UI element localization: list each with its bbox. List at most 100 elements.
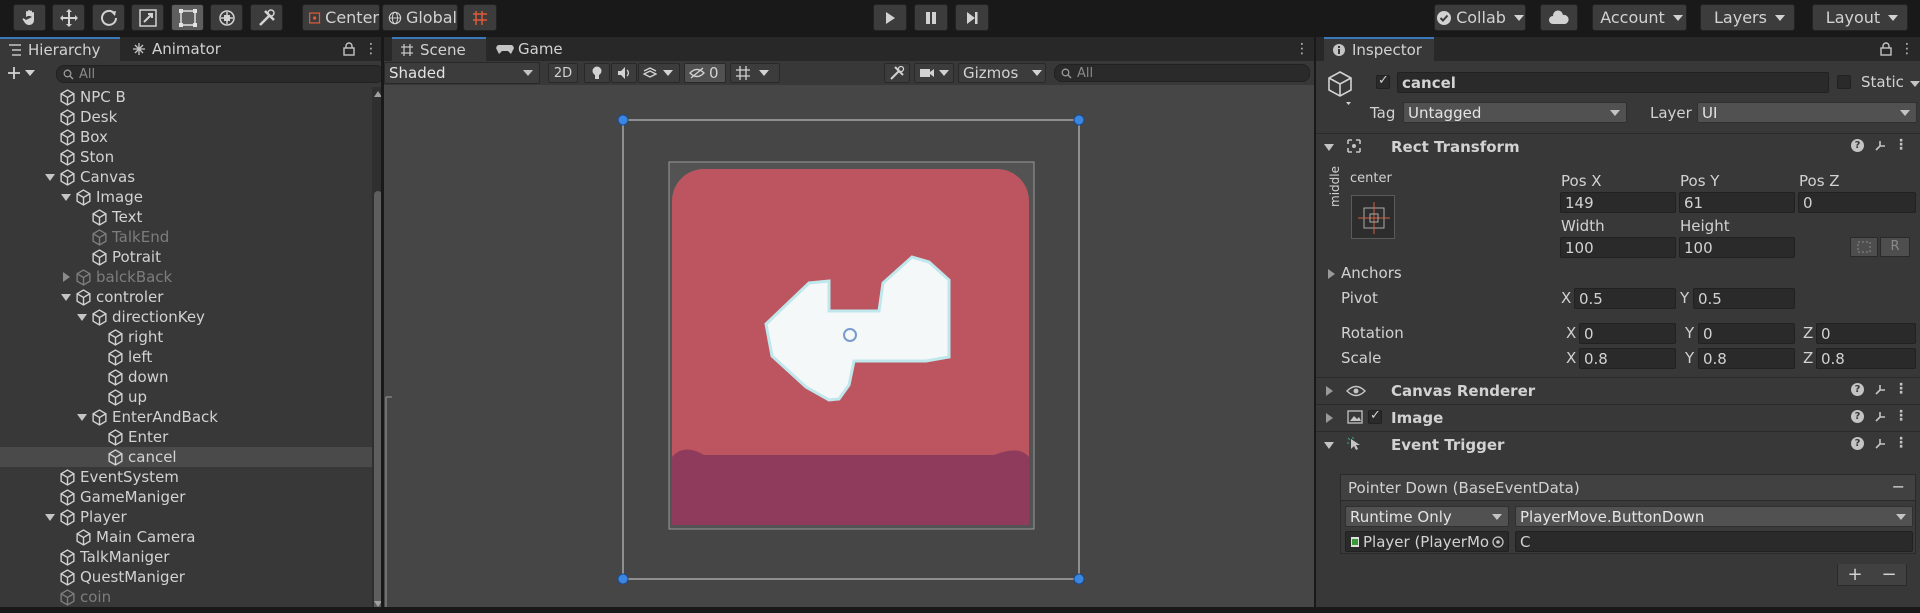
layers-dropdown[interactable]: Layers	[1700, 4, 1795, 31]
hierarchy-item[interactable]: Box	[0, 127, 372, 147]
image-fold-icon[interactable]	[1326, 413, 1333, 423]
hierarchy-item[interactable]: TalkEnd	[0, 227, 372, 247]
grid-dropdown[interactable]	[730, 63, 780, 83]
scale-x-field[interactable]: 0.8	[1579, 348, 1676, 369]
expand-arrow-icon[interactable]	[77, 412, 87, 422]
cloud-button[interactable]	[1540, 4, 1578, 31]
layout-dropdown[interactable]: Layout	[1812, 4, 1908, 31]
runtime-dropdown[interactable]: Runtime Only	[1345, 506, 1509, 527]
component-menu-icon[interactable]: ⋮	[1894, 381, 1908, 397]
raw-edit-button[interactable]: R	[1880, 237, 1910, 257]
cancel-sprite[interactable]	[668, 161, 1035, 530]
scene-tools-button[interactable]	[884, 63, 910, 83]
gizmos-dropdown[interactable]: Gizmos	[958, 63, 1046, 83]
hierarchy-menu-icon[interactable]: ⋮	[364, 41, 378, 57]
effects-dropdown[interactable]	[638, 63, 680, 83]
scene-viewport[interactable]	[384, 85, 1314, 613]
scene-canvas[interactable]	[384, 85, 1314, 613]
transform-tool-button[interactable]	[210, 4, 243, 31]
hierarchy-item[interactable]: TalkManiger	[0, 547, 372, 567]
hierarchy-item[interactable]: controler	[0, 287, 372, 307]
create-dropdown[interactable]	[7, 63, 41, 83]
preset-icon[interactable]	[1874, 383, 1887, 396]
tab-scene[interactable]: Scene	[392, 37, 486, 61]
help-icon[interactable]: ?	[1851, 410, 1864, 423]
object-name-field[interactable]: cancel	[1397, 72, 1829, 93]
expand-arrow-icon[interactable]	[61, 292, 71, 302]
panel-splitter-left[interactable]	[381, 37, 384, 613]
scale-y-field[interactable]: 0.8	[1698, 348, 1795, 369]
rect-tool-button[interactable]	[171, 4, 204, 31]
hierarchy-item[interactable]: directionKey	[0, 307, 372, 327]
gameobject-cube-icon[interactable]	[1326, 70, 1354, 106]
rot-y-field[interactable]: 0	[1698, 323, 1795, 344]
pivot-rotation-button[interactable]: Global	[382, 4, 458, 31]
hierarchy-item[interactable]: Enter	[0, 427, 372, 447]
rect-transform-fold-icon[interactable]	[1324, 144, 1334, 151]
anchor-presets-button[interactable]	[1351, 195, 1395, 239]
tag-dropdown[interactable]: Untagged	[1403, 102, 1627, 123]
draw-mode-dropdown[interactable]: Shaded	[384, 62, 540, 84]
panel-splitter-right[interactable]	[1314, 37, 1316, 613]
collab-button[interactable]: Collab	[1434, 4, 1526, 31]
2d-mode-button[interactable]: 2D	[548, 63, 578, 83]
hierarchy-item[interactable]: Canvas	[0, 167, 372, 187]
hierarchy-item[interactable]: Image	[0, 187, 372, 207]
hierarchy-item[interactable]: Desk	[0, 107, 372, 127]
layer-dropdown[interactable]: UI	[1697, 102, 1917, 123]
pivot-y-field[interactable]: 0.5	[1693, 288, 1795, 309]
event-trigger-header[interactable]: Event Trigger ? ⋮	[1316, 431, 1920, 457]
preset-icon[interactable]	[1874, 139, 1887, 152]
hierarchy-item[interactable]: Main Camera	[0, 527, 372, 547]
posx-field[interactable]: 149	[1560, 192, 1676, 213]
hierarchy-item[interactable]: Player	[0, 507, 372, 527]
hierarchy-item[interactable]: Text	[0, 207, 372, 227]
target-object-field[interactable]: Player (PlayerMo	[1345, 531, 1509, 552]
hierarchy-item[interactable]: EnterAndBack	[0, 407, 372, 427]
preset-icon[interactable]	[1874, 410, 1887, 423]
audio-toggle[interactable]	[611, 63, 637, 83]
height-field[interactable]: 100	[1679, 237, 1795, 258]
hierarchy-item[interactable]: GameManiger	[0, 487, 372, 507]
hierarchy-item[interactable]: coin	[0, 587, 372, 607]
lighting-toggle[interactable]	[584, 63, 610, 83]
component-menu-icon[interactable]: ⋮	[1894, 408, 1908, 424]
preset-icon[interactable]	[1874, 437, 1887, 450]
hierarchy-item[interactable]: left	[0, 347, 372, 367]
help-icon[interactable]: ?	[1851, 139, 1864, 152]
expand-arrow-icon[interactable]	[61, 192, 71, 202]
hierarchy-item[interactable]: EventSystem	[0, 467, 372, 487]
move-tool-button[interactable]	[52, 4, 85, 31]
object-picker-icon[interactable]	[1492, 536, 1504, 548]
hierarchy-item[interactable]: QuestManiger	[0, 567, 372, 587]
hierarchy-item[interactable]: right	[0, 327, 372, 347]
account-dropdown[interactable]: Account	[1592, 4, 1687, 31]
hierarchy-item[interactable]: cancel	[0, 447, 372, 467]
rect-transform-header[interactable]: Rect Transform ? ⋮	[1316, 133, 1920, 159]
component-menu-icon[interactable]: ⋮	[1894, 137, 1908, 153]
expand-arrow-icon[interactable]	[45, 512, 55, 522]
custom-tool-button[interactable]	[250, 4, 283, 31]
scene-menu-icon[interactable]: ⋮	[1295, 41, 1309, 57]
pivot-mode-button[interactable]: Center	[302, 4, 380, 31]
camera-dropdown[interactable]	[914, 63, 954, 83]
pause-button[interactable]	[914, 4, 948, 31]
width-field[interactable]: 100	[1560, 237, 1676, 258]
hierarchy-item[interactable]: Potrait	[0, 247, 372, 267]
remove-event-button[interactable]: −	[1881, 564, 1896, 585]
posy-field[interactable]: 61	[1679, 192, 1795, 213]
hierarchy-search-input[interactable]: All	[56, 65, 384, 83]
event-trigger-fold-icon[interactable]	[1324, 442, 1334, 449]
canvas-renderer-fold-icon[interactable]	[1326, 386, 1333, 396]
inspector-lock-icon[interactable]	[1880, 42, 1892, 56]
pivot-x-field[interactable]: 0.5	[1574, 288, 1676, 309]
expand-arrow-icon[interactable]	[77, 312, 87, 322]
rot-z-field[interactable]: 0	[1816, 323, 1916, 344]
image-enabled-checkbox[interactable]	[1368, 408, 1382, 424]
static-checkbox[interactable]	[1837, 75, 1851, 89]
hierarchy-item[interactable]: Ston	[0, 147, 372, 167]
lock-icon[interactable]	[343, 42, 355, 56]
play-button[interactable]	[873, 4, 907, 31]
collapsed-arrow-icon[interactable]	[61, 272, 71, 282]
active-checkbox[interactable]	[1376, 73, 1390, 89]
